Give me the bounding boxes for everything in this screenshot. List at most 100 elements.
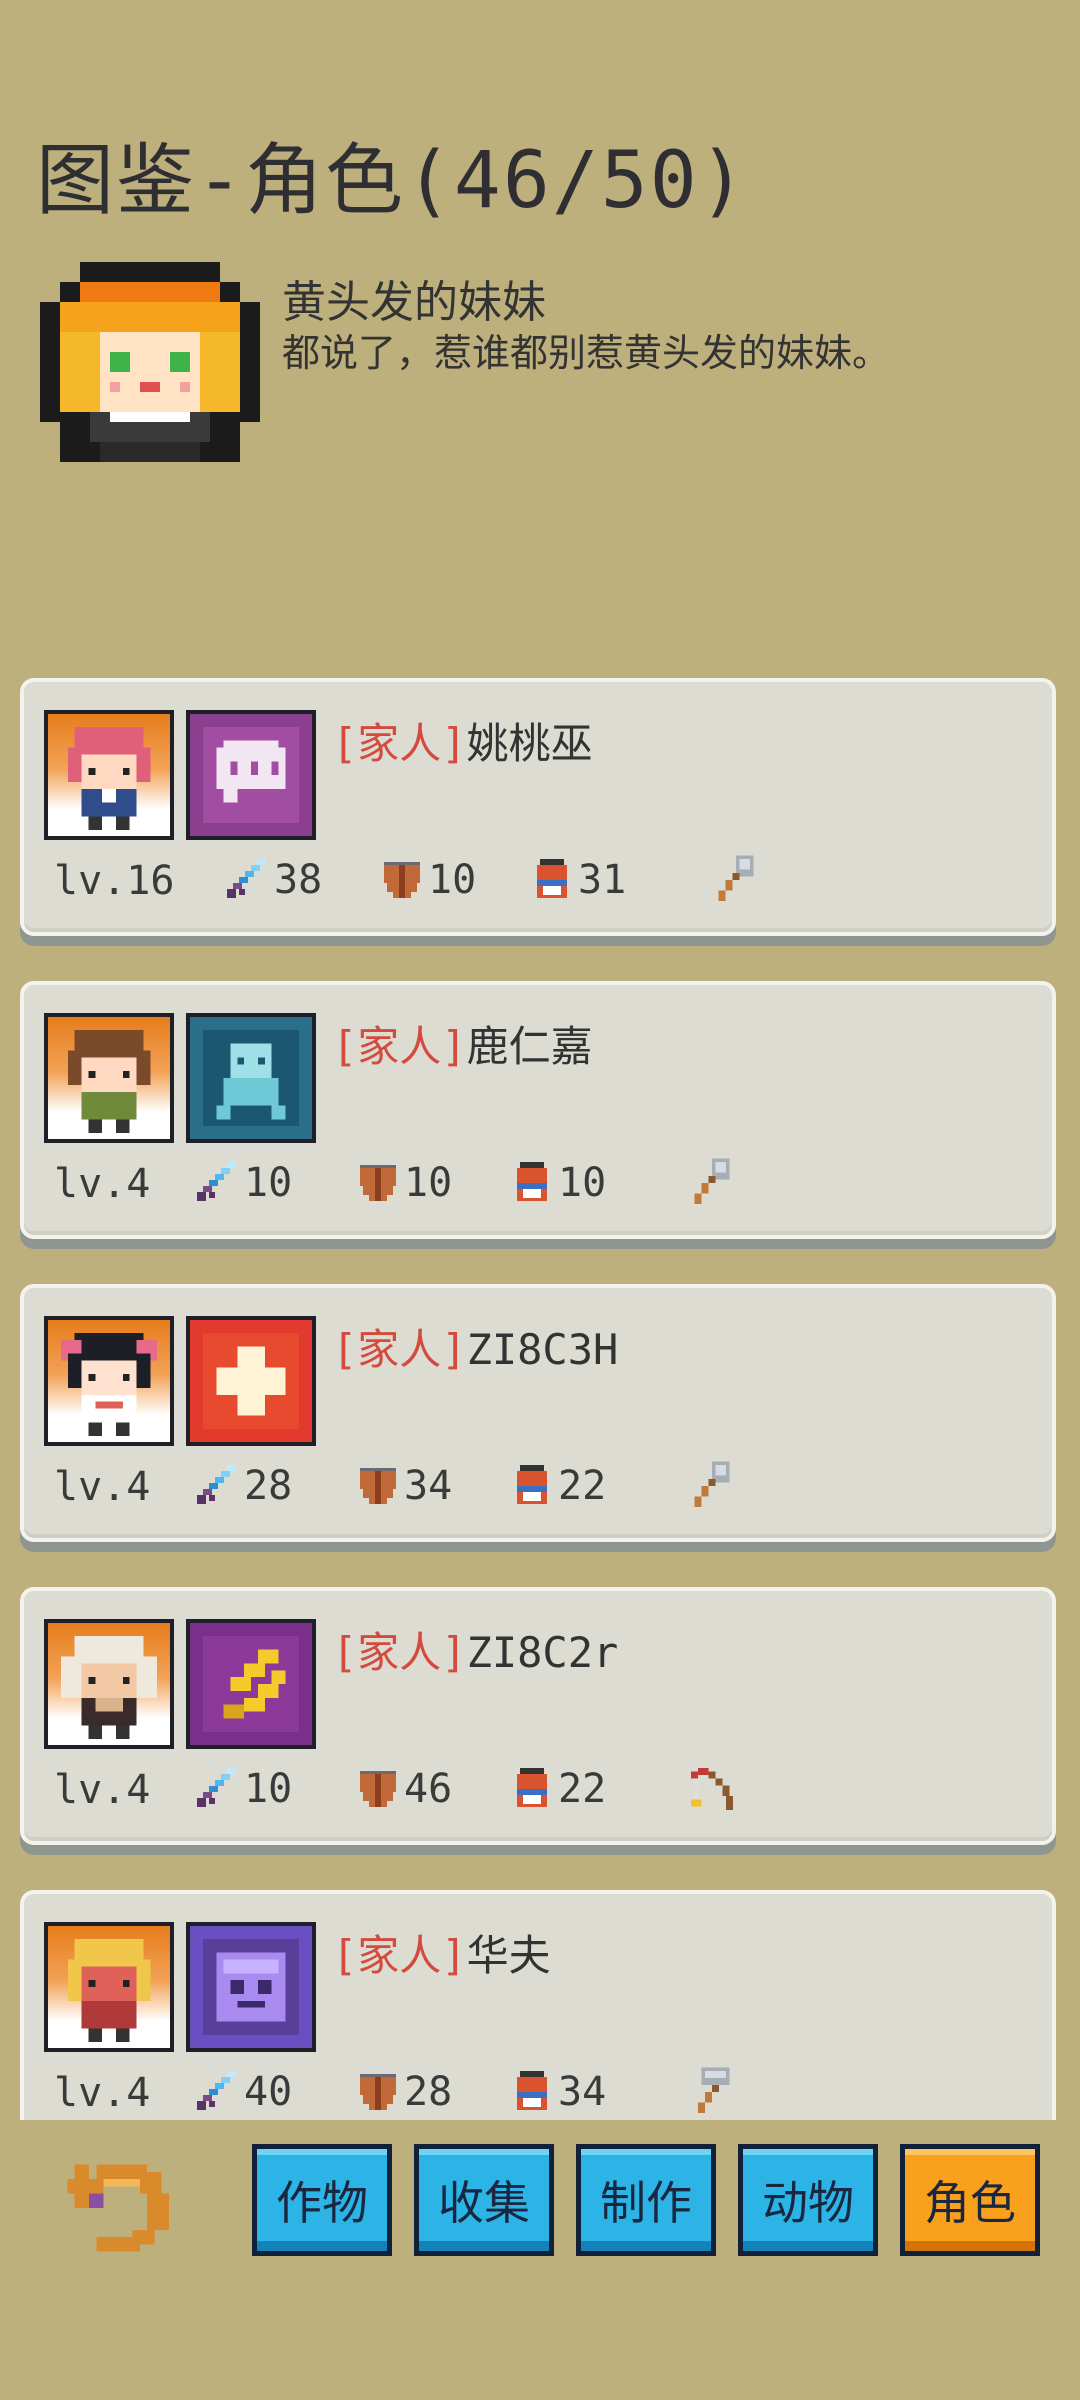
attack-value: 38 bbox=[274, 857, 323, 903]
hammer-icon bbox=[698, 2067, 730, 2113]
character-card[interactable]: [家人]姚桃巫 lv.16 38 10 31 bbox=[20, 678, 1056, 936]
shield-icon bbox=[360, 1771, 396, 1807]
family-tag: [家人] bbox=[332, 719, 467, 768]
character-portrait[interactable] bbox=[44, 710, 174, 840]
attack-value: 10 bbox=[244, 1160, 293, 1206]
attack-value: 40 bbox=[244, 2069, 293, 2115]
character-name: 姚桃巫 bbox=[466, 719, 593, 768]
bag-stat: 31 bbox=[528, 852, 626, 908]
shield-icon bbox=[360, 1468, 396, 1504]
character-card[interactable]: [家人]ZI8C3H lv.4 28 34 22 bbox=[20, 1284, 1056, 1542]
tab-collection[interactable]: 收集 bbox=[414, 2144, 554, 2256]
character-stats: lv.4 28 34 22 bbox=[48, 1458, 1028, 1514]
character-tag: [家人]ZI8C2r bbox=[332, 1619, 618, 1680]
character-card[interactable]: [家人]ZI8C2r lv.4 10 46 22 bbox=[20, 1587, 1056, 1845]
bag-value: 10 bbox=[558, 1160, 607, 1206]
bag-stat: 22 bbox=[508, 1761, 606, 1817]
featured-character-portrait bbox=[40, 262, 260, 462]
defense-stat: 10 bbox=[354, 1155, 452, 1211]
shield-icon bbox=[360, 1165, 396, 1201]
character-card[interactable]: [家人]华夫 lv.4 40 28 34 bbox=[20, 1890, 1056, 2120]
defense-value: 28 bbox=[404, 2069, 453, 2115]
character-name: ZI8C2r bbox=[466, 1628, 619, 1677]
sword-icon bbox=[197, 2071, 236, 2110]
defense-value: 46 bbox=[404, 1766, 453, 1812]
axe-icon bbox=[718, 855, 754, 901]
bag-value: 22 bbox=[558, 1766, 607, 1812]
featured-character-name: 黄头发的妹妹 bbox=[282, 277, 546, 328]
black-hair-girl-icon bbox=[60, 1332, 158, 1436]
character-stats: lv.4 10 46 22 bbox=[48, 1761, 1028, 1817]
defense-stat: 46 bbox=[354, 1761, 452, 1817]
tab-crafting[interactable]: 制作 bbox=[576, 2144, 716, 2256]
attack-stat: 28 bbox=[194, 1458, 292, 1514]
character-name: 鹿仁嘉 bbox=[466, 1022, 593, 1071]
backpack-icon bbox=[517, 1162, 547, 1201]
defense-value: 34 bbox=[404, 1463, 453, 1509]
tab-characters[interactable]: 角色 bbox=[900, 2144, 1040, 2256]
level-label: lv.4 bbox=[54, 2070, 151, 2116]
brown-hair-boy-icon bbox=[67, 1029, 151, 1133]
backpack-icon bbox=[537, 859, 567, 898]
character-tag: [家人]ZI8C3H bbox=[332, 1316, 618, 1377]
sword-icon bbox=[197, 1768, 236, 1807]
backpack-icon bbox=[517, 1768, 547, 1807]
character-card[interactable]: [家人]鹿仁嘉 lv.4 10 10 10 bbox=[20, 981, 1056, 1239]
attack-stat: 38 bbox=[224, 852, 322, 908]
bag-value: 22 bbox=[558, 1463, 607, 1509]
character-portrait[interactable] bbox=[44, 1922, 174, 2052]
featured-character-description: 都说了，惹谁都别惹黄头发的妹妹。 bbox=[282, 331, 891, 375]
shield-icon bbox=[360, 2074, 396, 2110]
sword-icon bbox=[227, 859, 266, 898]
attack-value: 10 bbox=[244, 1766, 293, 1812]
character-tag: [家人]鹿仁嘉 bbox=[332, 1013, 593, 1074]
bag-stat: 22 bbox=[508, 1458, 606, 1514]
character-stats: lv.4 10 10 10 bbox=[48, 1155, 1028, 1211]
character-stats: lv.4 40 28 34 bbox=[48, 2064, 1028, 2120]
family-tag: [家人] bbox=[332, 1022, 467, 1071]
sword-icon bbox=[197, 1162, 236, 1201]
defense-stat: 10 bbox=[378, 852, 476, 908]
level-label: lv.4 bbox=[54, 1161, 151, 1207]
character-name: ZI8C3H bbox=[466, 1325, 619, 1374]
character-tag: [家人]姚桃巫 bbox=[332, 710, 593, 771]
axe-icon bbox=[694, 1158, 730, 1204]
character-skill-slot[interactable] bbox=[186, 1013, 316, 1143]
slime-face-icon bbox=[202, 1938, 300, 2036]
attack-stat: 10 bbox=[194, 1761, 292, 1817]
tab-animals-label: 动物 bbox=[762, 2176, 854, 2230]
white-hair-girl-icon bbox=[60, 1635, 158, 1739]
bag-stat: 34 bbox=[508, 2064, 606, 2120]
character-portrait[interactable] bbox=[44, 1619, 174, 1749]
character-skill-slot[interactable] bbox=[186, 1316, 316, 1446]
chat-bubble-icon bbox=[202, 726, 300, 824]
tab-crops[interactable]: 作物 bbox=[252, 2144, 392, 2256]
axe-icon bbox=[694, 1461, 730, 1507]
family-tag: [家人] bbox=[332, 1931, 467, 1980]
character-skill-slot[interactable] bbox=[186, 710, 316, 840]
tab-crops-label: 作物 bbox=[276, 2176, 368, 2230]
character-stats: lv.16 38 10 31 bbox=[48, 852, 1028, 908]
character-skill-slot[interactable] bbox=[186, 1922, 316, 2052]
family-tag: [家人] bbox=[332, 1325, 467, 1374]
fishing-rod-icon bbox=[691, 1768, 733, 1810]
character-portrait[interactable] bbox=[44, 1013, 174, 1143]
pink-hair-girl-icon bbox=[67, 726, 151, 830]
lightning-claw-icon bbox=[202, 1635, 300, 1733]
tab-animals[interactable]: 动物 bbox=[738, 2144, 878, 2256]
sword-icon bbox=[197, 1465, 236, 1504]
backpack-icon bbox=[517, 2071, 547, 2110]
character-skill-slot[interactable] bbox=[186, 1619, 316, 1749]
character-list[interactable]: [家人]姚桃巫 lv.16 38 10 31 [家人]鹿仁嘉 lv.4 10 1… bbox=[0, 668, 1080, 2120]
character-name: 华夫 bbox=[466, 1931, 551, 1980]
heal-cross-icon bbox=[202, 1332, 300, 1430]
back-arrow-icon[interactable] bbox=[60, 2150, 176, 2266]
level-label: lv.16 bbox=[54, 858, 175, 904]
shield-icon bbox=[384, 862, 420, 898]
character-portrait[interactable] bbox=[44, 1316, 174, 1446]
tab-crafting-label: 制作 bbox=[600, 2176, 692, 2230]
tab-characters-label: 角色 bbox=[924, 2176, 1016, 2230]
attack-stat: 10 bbox=[194, 1155, 292, 1211]
bag-value: 31 bbox=[578, 857, 627, 903]
defense-stat: 34 bbox=[354, 1458, 452, 1514]
